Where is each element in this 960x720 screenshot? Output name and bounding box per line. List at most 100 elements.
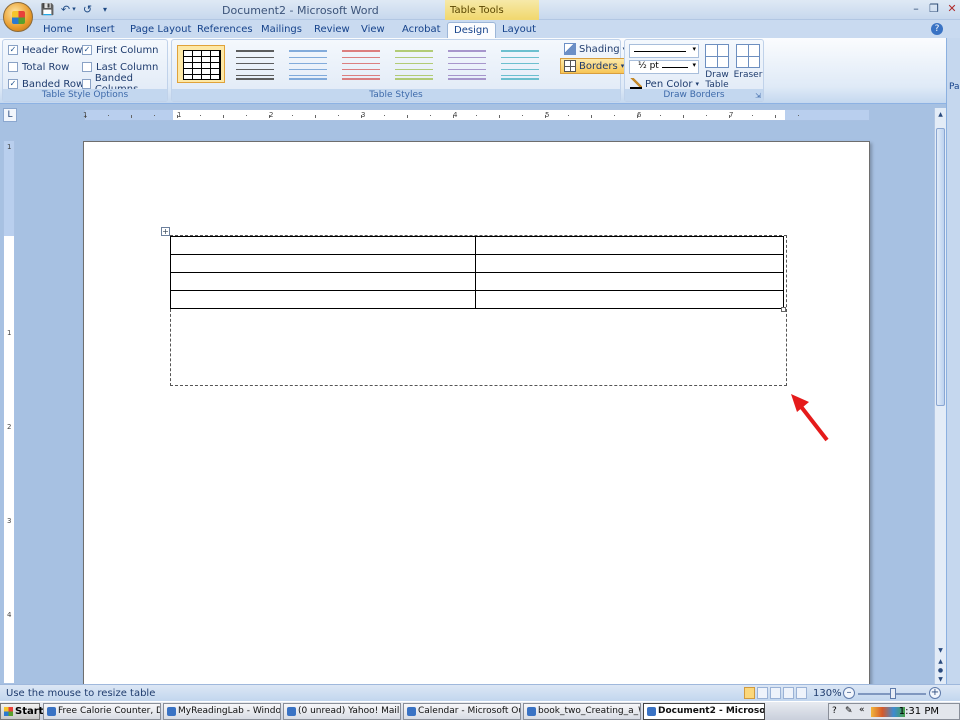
ruler-number: 1 [7,143,12,151]
tab-acrobat[interactable]: Acrobat [396,22,447,38]
close-icon[interactable]: ✕ [944,2,960,16]
pen-tray-icon[interactable]: ✎ [845,706,853,716]
draw-table-button[interactable]: Draw Table [702,44,732,90]
line-style-dropdown[interactable]: ▾ [629,44,699,58]
task-pane-strip[interactable]: Pa [946,38,960,684]
table-cell[interactable] [170,254,476,273]
shading-icon [564,43,576,55]
tab-layout[interactable]: Layout [496,22,542,38]
ruler-tick [338,115,339,116]
office-button[interactable] [3,2,33,32]
previous-page-icon[interactable]: ▲ [936,657,945,666]
tab-page-layout[interactable]: Page Layout [124,22,197,38]
help-tray-icon[interactable]: ? [832,706,837,716]
vertical-scrollbar[interactable]: ▲ ▼ ▲ ● ▼ [934,108,946,684]
table-style-swatch[interactable] [442,45,490,83]
borders-button[interactable]: Borders ▾ [560,58,629,74]
undo-dropdown-icon[interactable]: ▾ [70,2,78,17]
eraser-button[interactable]: Eraser [733,44,763,80]
scroll-down-icon[interactable]: ▼ [936,646,945,655]
ruler-tick [499,115,500,118]
tab-view[interactable]: View [355,22,391,38]
document-page[interactable]: + [83,141,870,691]
ruler-tick [775,115,776,118]
table-move-handle-icon[interactable]: + [161,227,170,236]
shading-button[interactable]: Shading▾ [561,41,629,57]
tab-selector[interactable]: L [3,108,17,122]
table-style-swatch[interactable] [336,45,384,83]
ruler-tick [522,115,523,116]
table-resize-handle[interactable] [781,307,786,312]
ruler-top-margin [4,141,14,236]
tab-insert[interactable]: Insert [80,22,121,38]
scroll-thumb[interactable] [936,128,945,406]
check-icon: ✓ [82,45,92,55]
ruler-tick [614,115,615,116]
tab-home[interactable]: Home [37,22,79,38]
save-icon[interactable]: 💾 [40,2,55,17]
header-row-checkbox[interactable]: ✓ Header Row [8,43,82,57]
document-table[interactable] [170,236,784,309]
ruler-tick [131,115,132,118]
taskbar-item-active[interactable]: Document2 - Microsof... [643,703,765,720]
window-title: Document2 - Microsoft Word [222,4,379,17]
tab-design[interactable]: Design [447,22,496,38]
table-cell[interactable] [170,272,476,291]
check-icon: ✓ [8,79,18,89]
redo-icon[interactable]: ↺ [80,2,95,17]
taskbar-item[interactable]: MyReadingLab - Windows... [163,703,281,720]
table-style-swatch[interactable] [230,45,278,83]
taskbar-item[interactable]: Calendar - Microsoft Outl... [403,703,521,720]
outline-view-icon[interactable] [783,687,794,699]
ruler-tick [430,115,431,116]
draft-view-icon[interactable] [796,687,807,699]
taskbar-item[interactable]: book_two_Creating_a_W... [523,703,641,720]
table-cell[interactable] [170,290,476,309]
table-style-swatch[interactable] [283,45,331,83]
line-weight-dropdown[interactable]: ½ pt ▾ [629,60,699,74]
table-row [170,236,784,255]
scroll-up-icon[interactable]: ▲ [936,110,945,119]
tab-references[interactable]: References [191,22,259,38]
taskbar-clock[interactable]: 1:31 PM [899,706,939,717]
last-column-checkbox[interactable]: Last Column [82,60,158,74]
zoom-slider-thumb[interactable] [890,688,896,699]
select-browse-object-icon[interactable]: ● [936,666,945,675]
next-page-icon[interactable]: ▼ [936,675,945,684]
taskbar-item[interactable]: (0 unread) Yahoo! Mail, a... [283,703,401,720]
table-cell[interactable] [475,236,784,255]
ribbon-tabs: Home Insert Page Layout References Maili… [0,20,960,38]
help-icon[interactable]: ? [931,23,943,35]
first-column-checkbox[interactable]: ✓ First Column [82,43,159,57]
zoom-out-icon[interactable]: – [843,687,855,699]
tab-mailings[interactable]: Mailings [255,22,308,38]
taskbar-item[interactable]: Free Calorie Counter, Die... [43,703,161,720]
total-row-checkbox[interactable]: Total Row [8,60,69,74]
table-cell[interactable] [475,290,784,309]
table-cell[interactable] [170,236,476,255]
full-screen-reading-view-icon[interactable] [757,687,768,699]
vertical-ruler[interactable]: 1 1 2 3 4 [3,140,15,684]
table-style-swatch[interactable] [495,45,543,83]
restore-icon[interactable]: ❐ [926,2,942,16]
zoom-level[interactable]: 130% [813,688,842,699]
table-row [170,272,784,291]
zoom-in-icon[interactable]: + [929,687,941,699]
ruler-tick [591,115,592,118]
table-style-swatch[interactable] [389,45,437,83]
tab-review[interactable]: Review [308,22,356,38]
table-row [170,290,784,309]
print-layout-view-icon[interactable] [744,687,755,699]
expand-tray-icon[interactable]: « [859,705,865,715]
minimize-icon[interactable]: – [908,2,924,16]
table-style-swatch[interactable] [177,45,225,83]
customize-qat-icon[interactable]: ▾ [101,2,109,17]
dialog-launcher-icon[interactable]: ⇲ [755,92,761,100]
ruler-number: 1 [83,111,88,119]
start-button[interactable]: Start [0,703,43,720]
table-cell[interactable] [475,254,784,273]
horizontal-ruler[interactable]: 1 1 2 3 4 5 6 7 [83,109,870,121]
web-layout-view-icon[interactable] [770,687,781,699]
ruler-number: 1 [177,111,182,119]
table-cell[interactable] [475,272,784,291]
